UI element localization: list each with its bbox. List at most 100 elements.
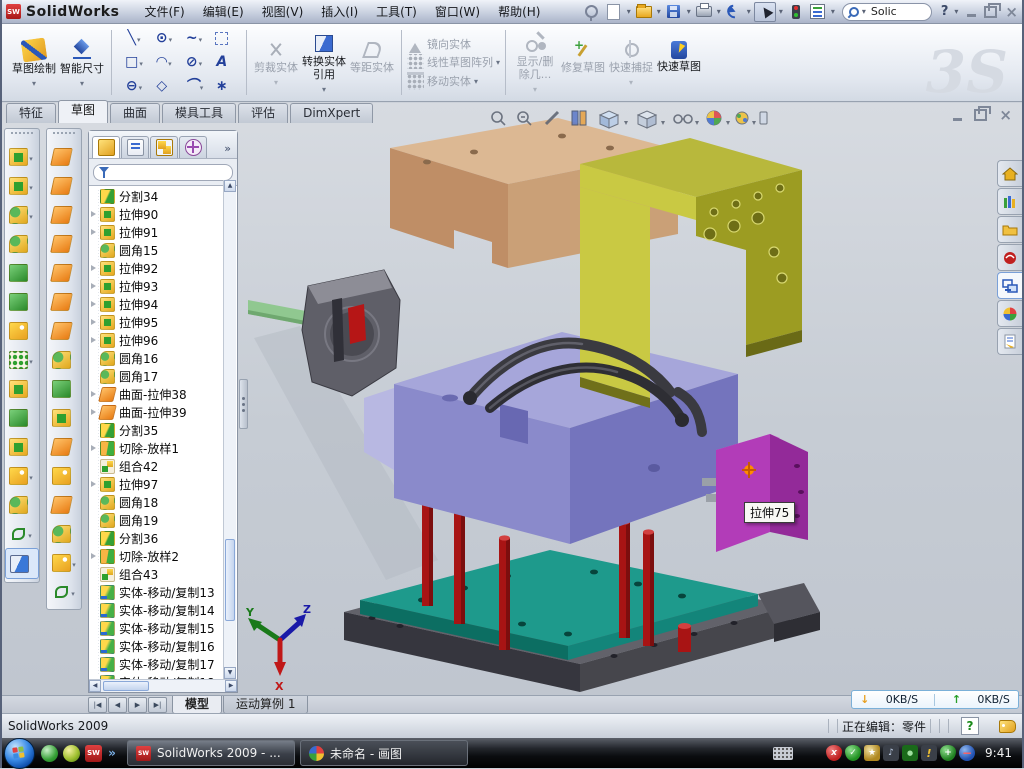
taskbar-window-button[interactable]: 未命名 - 画图 bbox=[300, 740, 468, 766]
sketch-entity-button[interactable] bbox=[209, 31, 239, 45]
expand-arrow-icon[interactable] bbox=[91, 265, 100, 271]
tray-icon[interactable]: ● bbox=[902, 745, 918, 761]
command-button[interactable]: 剪裁实体 bbox=[252, 37, 300, 88]
study-tab[interactable]: 运动算例 1 bbox=[223, 696, 308, 714]
dropdown-arrow-icon[interactable] bbox=[29, 179, 33, 193]
toolbar-grip[interactable] bbox=[53, 132, 75, 139]
feature-tool-button[interactable] bbox=[5, 171, 37, 200]
panel-more-chevron-icon[interactable]: » bbox=[221, 142, 234, 158]
feature-tool-button[interactable] bbox=[5, 258, 37, 287]
tray-icon[interactable]: − bbox=[959, 745, 975, 761]
surface-tool-button[interactable] bbox=[48, 548, 80, 577]
tree-item[interactable]: 实体-移动/复制14 bbox=[91, 601, 237, 619]
quick-tips-icon[interactable]: ? bbox=[961, 717, 979, 735]
surface-tool-button[interactable] bbox=[48, 490, 80, 519]
tree-item[interactable]: 拉伸92 bbox=[91, 259, 237, 277]
scroll-thumb[interactable] bbox=[225, 539, 235, 621]
model-clamp-part[interactable] bbox=[248, 270, 400, 396]
toolbar-grip[interactable] bbox=[11, 132, 33, 139]
help-button[interactable]: ? bbox=[938, 4, 952, 19]
pin-icon[interactable] bbox=[583, 3, 601, 21]
expand-arrow-icon[interactable] bbox=[91, 445, 100, 451]
surface-tool-button[interactable] bbox=[48, 374, 80, 403]
ribbon-tab[interactable]: DimXpert bbox=[290, 103, 373, 123]
tree-item[interactable]: 切除-放样2 bbox=[91, 547, 237, 565]
tree-item[interactable]: 分割34 bbox=[91, 187, 237, 205]
sketch-entity-button[interactable]: ◠ bbox=[149, 55, 179, 69]
dropdown-arrow-icon[interactable] bbox=[629, 74, 633, 88]
new-file-button[interactable] bbox=[605, 3, 623, 21]
search-input[interactable] bbox=[869, 4, 925, 19]
dropdown-arrow-icon[interactable] bbox=[80, 75, 84, 89]
surface-tool-button[interactable] bbox=[48, 229, 80, 258]
expand-arrow-icon[interactable] bbox=[91, 319, 100, 325]
ribbon-tab[interactable]: 特征 bbox=[6, 103, 56, 123]
tab-featuremanager[interactable] bbox=[92, 136, 120, 158]
tree-item[interactable]: 拉伸93 bbox=[91, 277, 237, 295]
feature-tool-button[interactable] bbox=[5, 345, 37, 374]
quick-launch-icon[interactable] bbox=[41, 745, 58, 762]
open-file-button[interactable] bbox=[635, 3, 653, 21]
surface-tool-button[interactable] bbox=[48, 316, 80, 345]
surface-tool-button[interactable] bbox=[48, 171, 80, 200]
ribbon-tab[interactable]: 曲面 bbox=[110, 103, 160, 123]
expand-arrow-icon[interactable] bbox=[91, 553, 100, 559]
dropdown-arrow-icon[interactable] bbox=[496, 55, 500, 68]
tray-icon[interactable]: ✓ bbox=[845, 745, 861, 761]
tree-item[interactable]: 实体-移动/复制15 bbox=[91, 619, 237, 637]
surface-tool-button[interactable] bbox=[48, 345, 80, 374]
model-magenta-insert[interactable] bbox=[716, 434, 808, 552]
surface-tool-button[interactable] bbox=[48, 519, 80, 548]
dropdown-arrow-icon[interactable] bbox=[274, 74, 278, 88]
sketch-entity-button[interactable]: ⊖ bbox=[119, 79, 149, 93]
sketch-entity-button[interactable]: ╲ bbox=[119, 31, 149, 45]
options-button[interactable] bbox=[809, 3, 827, 21]
feature-tool-button[interactable] bbox=[5, 461, 37, 490]
feature-tool-button[interactable] bbox=[5, 519, 37, 548]
command-button[interactable]: 移动实体 bbox=[407, 72, 500, 90]
tree-item[interactable]: 实体-移动/复制16 bbox=[91, 637, 237, 655]
dropdown-arrow-icon[interactable] bbox=[29, 208, 33, 222]
tab-propertymanager[interactable] bbox=[121, 136, 149, 158]
command-button[interactable]: 线性草图阵列 bbox=[407, 54, 500, 70]
sketch-entity-button[interactable]: A bbox=[209, 55, 239, 69]
sketch-entity-button[interactable]: ⌒ bbox=[179, 79, 209, 93]
feature-tool-button[interactable] bbox=[5, 490, 37, 519]
dropdown-arrow-icon[interactable] bbox=[29, 150, 33, 164]
expand-arrow-icon[interactable] bbox=[91, 301, 100, 307]
dropdown-arrow-icon[interactable] bbox=[168, 55, 172, 69]
menu-item[interactable]: 插入(I) bbox=[312, 1, 367, 22]
menu-item[interactable]: 窗口(W) bbox=[426, 1, 489, 22]
surface-tool-button[interactable] bbox=[48, 461, 80, 490]
surface-tool-button[interactable] bbox=[48, 577, 80, 606]
tree-item[interactable]: 拉伸91 bbox=[91, 223, 237, 241]
scroll-up-icon[interactable]: ▲ bbox=[224, 180, 236, 192]
dropdown-arrow-icon[interactable] bbox=[200, 79, 204, 93]
tray-icon[interactable] bbox=[807, 745, 823, 761]
command-button[interactable]: 快速草图 bbox=[655, 38, 703, 87]
tree-item[interactable]: 圆角18 bbox=[91, 493, 237, 511]
tree-item[interactable]: 切除-放样1 bbox=[91, 439, 237, 457]
close-icon[interactable]: × bbox=[1005, 7, 1018, 17]
undo-button[interactable] bbox=[725, 3, 743, 21]
expand-arrow-icon[interactable] bbox=[91, 229, 100, 235]
menu-item[interactable]: 编辑(E) bbox=[194, 1, 253, 22]
menu-item[interactable]: 工具(T) bbox=[367, 1, 426, 22]
surface-tool-button[interactable] bbox=[48, 432, 80, 461]
dropdown-arrow-icon[interactable] bbox=[139, 79, 143, 93]
feature-tool-button[interactable] bbox=[5, 374, 37, 403]
command-button[interactable]: 等距实体 bbox=[348, 37, 396, 88]
doc-restore-icon[interactable] bbox=[974, 109, 987, 121]
surface-tool-button[interactable] bbox=[48, 200, 80, 229]
surface-tool-button[interactable] bbox=[48, 258, 80, 287]
feature-tool-button[interactable] bbox=[5, 200, 37, 229]
study-tab[interactable]: 模型 bbox=[172, 696, 222, 714]
tab-design-library[interactable] bbox=[997, 188, 1022, 215]
dropdown-arrow-icon[interactable] bbox=[199, 55, 203, 69]
tree-vertical-scrollbar[interactable]: ▲ ▼ bbox=[223, 180, 236, 679]
expand-arrow-icon[interactable] bbox=[91, 211, 100, 217]
menu-item[interactable]: 帮助(H) bbox=[489, 1, 549, 22]
scroll-left-icon[interactable]: ◀ bbox=[89, 680, 101, 692]
feature-tool-button[interactable] bbox=[5, 432, 37, 461]
tree-item[interactable]: 拉伸96 bbox=[91, 331, 237, 349]
